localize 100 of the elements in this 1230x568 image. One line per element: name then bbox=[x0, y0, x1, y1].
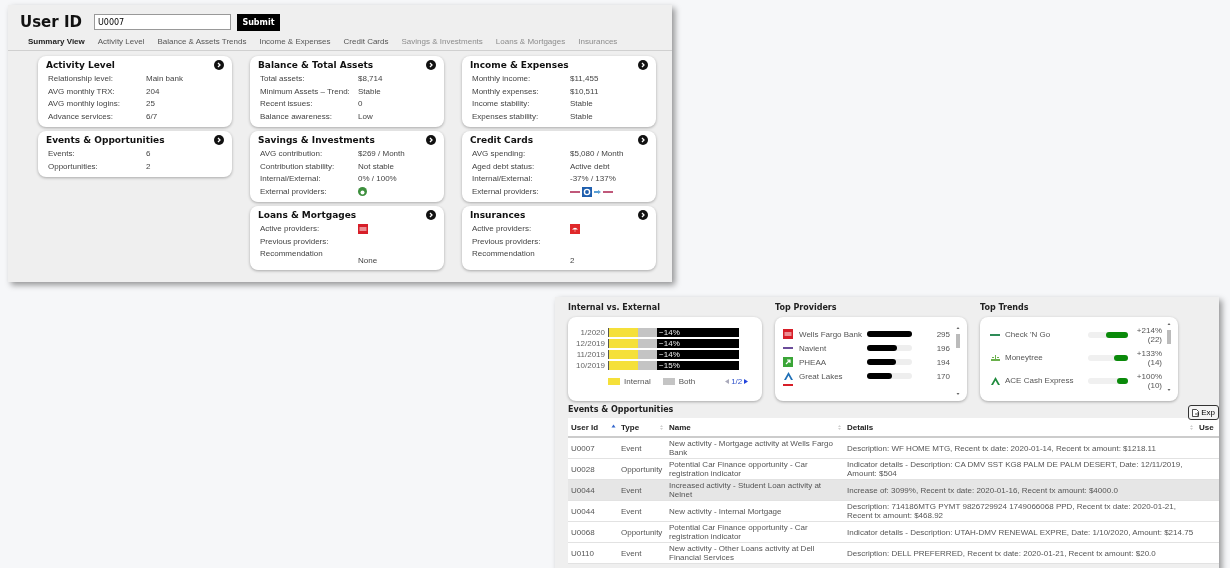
provider-name: Wells Fargo Bank bbox=[799, 329, 863, 339]
chevron-circle-icon[interactable] bbox=[638, 60, 648, 70]
table-cell: Increase of: 3099%, Recent tx date: 2020-01-16, Recent tx amount: $4000.0 bbox=[844, 479, 1196, 501]
tab[interactable]: Income & Expenses bbox=[259, 37, 331, 46]
field-label: Active providers: bbox=[472, 223, 533, 235]
tab[interactable]: Balance & Assets Trends bbox=[157, 37, 247, 46]
field-label: Minimum Assets – Trend: bbox=[260, 85, 351, 98]
table-cell: U0007 bbox=[568, 437, 618, 459]
field-value: Active debt bbox=[570, 160, 610, 173]
field-value: 25 bbox=[146, 98, 155, 110]
field-value: $10,511 bbox=[570, 85, 599, 98]
column-header[interactable]: Details bbox=[844, 418, 1196, 437]
chevron-circle-icon[interactable] bbox=[426, 210, 436, 220]
chevron-circle-icon[interactable] bbox=[638, 210, 648, 220]
field-value: 2 bbox=[570, 255, 575, 266]
chevron-circle-icon[interactable] bbox=[426, 60, 436, 70]
trend-count: (10) bbox=[1146, 380, 1162, 390]
field-label: AVG spending: bbox=[472, 148, 527, 160]
chevron-circle-icon[interactable] bbox=[214, 135, 224, 145]
table-cell: U0028 bbox=[568, 458, 618, 480]
field-value: $11,455 bbox=[570, 73, 599, 85]
trend-name: Moneytree bbox=[1005, 353, 1044, 362]
section-title: Internal vs. External bbox=[568, 303, 661, 314]
table-cell: U0068 bbox=[568, 521, 618, 543]
trend-count: (14) bbox=[1146, 357, 1162, 367]
table-cell: Event bbox=[618, 542, 666, 564]
field-value: $8,714 bbox=[358, 73, 383, 85]
section-title: Events & Opportunities bbox=[568, 405, 674, 416]
field-value: $5,080 / Month bbox=[570, 148, 624, 160]
provider-name: Navient bbox=[799, 343, 828, 353]
field-label: Monthly expenses: bbox=[472, 85, 540, 98]
legend-label: Both bbox=[678, 377, 696, 386]
table-cell: Description: DELL PREFERRED, Recent tx date: 2020-01-21, Recent tx amount: $20.0 bbox=[844, 542, 1196, 564]
field-label: Total assets: bbox=[260, 73, 306, 85]
page-indicator: 1/2 bbox=[731, 377, 743, 386]
trend-name: Check 'N Go bbox=[1005, 330, 1052, 339]
card-title: Events & Opportunities bbox=[46, 135, 165, 145]
field-value: 0% / 100% bbox=[358, 173, 397, 185]
field-value: 6 bbox=[146, 148, 151, 160]
count: 295 bbox=[935, 329, 951, 339]
table-cell: New activity - Other Loans activity at Dell Financial Services bbox=[666, 542, 844, 564]
tab[interactable]: Summary View bbox=[28, 37, 85, 46]
chevron-circle-icon[interactable] bbox=[214, 60, 224, 70]
bar-segment bbox=[609, 339, 638, 348]
table-cell: Increased activity - Student Loan activity at Nelnet bbox=[666, 479, 844, 501]
column-header[interactable]: Use bbox=[1196, 418, 1219, 437]
table-cell: Event bbox=[618, 500, 666, 522]
table-cell: New activity - Internal Mortgage bbox=[666, 500, 844, 522]
field-label: Recommendation bbox=[472, 248, 536, 260]
field-value: 204 bbox=[146, 85, 160, 98]
field-value: $269 / Month bbox=[358, 148, 405, 160]
card-title: Income & Expenses bbox=[470, 60, 569, 70]
field-label: External providers: bbox=[472, 185, 540, 198]
field-label: Internal/External: bbox=[472, 173, 534, 185]
field-label: External providers: bbox=[260, 185, 328, 198]
trend-name: ACE Cash Express bbox=[1005, 376, 1073, 385]
column-header[interactable]: Type bbox=[618, 418, 666, 437]
next-page-icon[interactable] bbox=[744, 379, 749, 384]
field-value: 2 bbox=[146, 160, 151, 173]
tab[interactable]: Credit Cards bbox=[343, 37, 389, 46]
field-value: 0 bbox=[358, 98, 363, 110]
table-cell: Indicator details - Description: CA DMV SST KG8 PALM DE PALM DESERT, Date: 12/11/2019, Amount: $504 bbox=[844, 458, 1196, 480]
field-label: Internal/External: bbox=[260, 173, 322, 185]
user-id-field[interactable]: U0007 bbox=[93, 14, 231, 30]
tab[interactable]: Activity Level bbox=[97, 37, 145, 46]
table-cell: U0044 bbox=[568, 479, 618, 501]
chevron-circle-icon[interactable] bbox=[426, 135, 436, 145]
table-cell: Opportunity bbox=[618, 458, 666, 480]
bar-segment bbox=[637, 350, 658, 359]
export-button[interactable]: Exp bbox=[1188, 405, 1219, 420]
user-id-label: User ID bbox=[20, 13, 82, 31]
column-header[interactable]: User Id bbox=[568, 418, 618, 437]
section-title: Top Trends bbox=[980, 303, 1030, 314]
card-title: Insurances bbox=[470, 210, 526, 220]
bar-segment: −15% bbox=[657, 361, 739, 370]
field-label: AVG contribution: bbox=[260, 148, 324, 160]
section-title: Top Providers bbox=[775, 303, 838, 314]
card-title: Loans & Mortgages bbox=[258, 210, 357, 220]
scrollbar[interactable] bbox=[955, 325, 961, 397]
legend-label: Internal bbox=[624, 377, 651, 386]
bar-segment bbox=[609, 328, 638, 337]
field-value: Low bbox=[358, 110, 373, 123]
field-label: Monthly income: bbox=[472, 73, 532, 85]
scrollbar[interactable] bbox=[1166, 321, 1172, 393]
document-icon bbox=[1192, 408, 1200, 417]
field-value: Not stable bbox=[358, 160, 395, 173]
table-cell: Indicator details - Description: UTAH-DMV RENEWAL EXPRE, Date: 1/10/2020, Amount: $214.75 bbox=[844, 521, 1196, 543]
column-header[interactable]: Name bbox=[666, 418, 844, 437]
chevron-circle-icon[interactable] bbox=[638, 135, 648, 145]
submit-button[interactable]: Submit bbox=[236, 13, 280, 31]
bar-segment: −14% bbox=[657, 339, 739, 348]
bar-segment: −14% bbox=[657, 350, 739, 359]
count: 170 bbox=[935, 371, 951, 381]
field-label: Balance awareness: bbox=[260, 110, 334, 123]
field-label: Aged debt status: bbox=[472, 160, 536, 173]
axis-label: 11/2019 bbox=[575, 350, 606, 359]
table-cell: Potential Car Finance opportunity - Car registration indicator bbox=[666, 458, 844, 480]
provider-name: Great Lakes bbox=[799, 371, 844, 381]
field-value: 6/7 bbox=[146, 110, 158, 123]
table-cell: U0110 bbox=[568, 542, 618, 564]
